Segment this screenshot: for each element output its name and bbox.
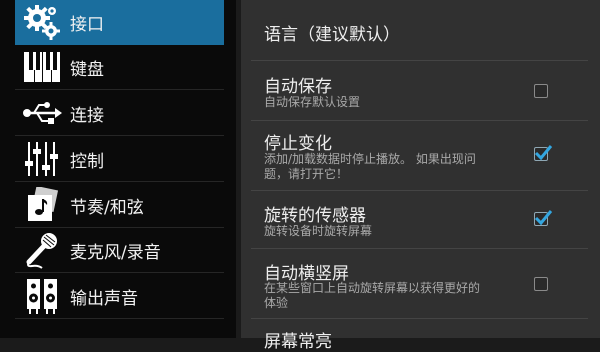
auto-orientation-summary-line2: 体验 (264, 296, 289, 310)
stop-change-summary-line2: 题，请打开它！ (264, 167, 349, 181)
usb-icon (22, 93, 62, 133)
sidebar-item-keyboard[interactable]: 键盘 (15, 45, 224, 90)
sidebar-item-rhythm-chord[interactable]: 节奏/和弦 (15, 183, 224, 228)
sidebar-item-label: 连接 (70, 105, 104, 126)
sidebar-item-connection[interactable]: 连接 (15, 91, 224, 136)
sidebar-item-control[interactable]: 控制 (15, 137, 224, 182)
divider (251, 60, 588, 61)
stop-change-summary-line1: 添加/加载数据时停止播放。 如果出现问 (264, 152, 476, 166)
sidebar-item-interface[interactable]: 接口 (15, 0, 224, 45)
sidebar-item-label: 键盘 (70, 59, 104, 80)
divider (251, 120, 588, 121)
screen-keep-on-title: 屏幕常亮 (264, 332, 332, 352)
divider (251, 190, 588, 191)
checkmark-icon (534, 210, 553, 226)
rotation-sensor-summary: 旋转设备时旋转屏幕 (264, 224, 373, 238)
settings-panel: 语言（建议默认） 自动保存 自动保存默认设置 停止变化 添加/加载数据时停止播放… (241, 0, 600, 352)
piano-keys-icon (22, 47, 62, 87)
sidebar-item-label: 麦克风/录音 (70, 242, 161, 263)
auto-save-summary: 自动保存默认设置 (264, 95, 361, 109)
sidebar-item-label: 控制 (70, 151, 104, 172)
rotation-sensor-checkbox[interactable] (534, 210, 553, 226)
sidebar-item-microphone-recording[interactable]: 麦克风/录音 (15, 228, 224, 273)
stop-change-checkbox[interactable] (534, 145, 553, 161)
sidebar-item-label: 接口 (70, 14, 104, 35)
divider (251, 318, 588, 319)
stop-change-title: 停止变化 (264, 134, 332, 154)
auto-orientation-summary-line1: 在某些窗口上自动旋转屏幕以获得更好的 (264, 281, 481, 295)
music-note-icon (22, 185, 62, 225)
auto-save-checkbox[interactable] (534, 84, 548, 98)
checkmark-icon (534, 145, 553, 161)
microphone-icon (22, 230, 62, 270)
rotation-sensor-title: 旋转的传感器 (264, 206, 366, 226)
auto-orientation-checkbox[interactable] (534, 277, 548, 291)
auto-save-title: 自动保存 (264, 77, 332, 97)
sidebar-item-output-sound[interactable]: 输出声音 (15, 274, 224, 319)
sidebar-item-label: 节奏/和弦 (70, 197, 144, 218)
language-setting[interactable]: 语言（建议默认） (264, 20, 400, 45)
divider (251, 248, 588, 249)
sliders-icon (22, 139, 62, 179)
gears-icon (22, 2, 62, 42)
sidebar-item-label: 输出声音 (70, 288, 138, 309)
sidebar-nav: 接口 键盘 连接 控制 节奏/和弦 麦克风/录音 输出声音 (0, 0, 236, 338)
speakers-icon (22, 276, 62, 316)
